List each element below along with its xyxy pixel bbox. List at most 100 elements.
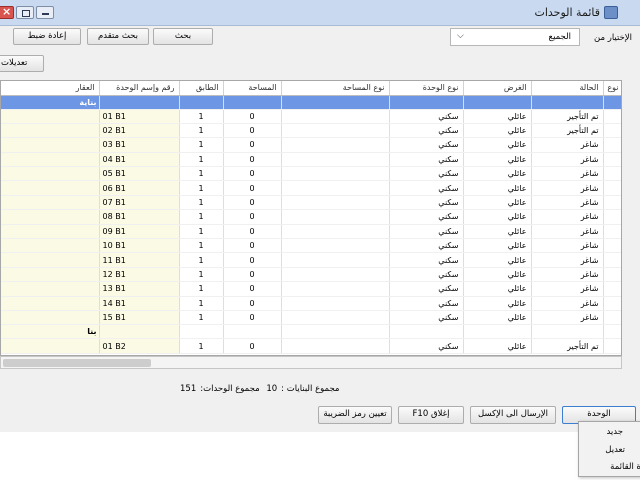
- extra-cell: [603, 224, 621, 240]
- table-row[interactable]: 09 B1 1 0 سكني عائلي شاغر: [1, 224, 621, 240]
- purpose-cell: عائلي: [463, 252, 532, 268]
- property-cell: [1, 137, 100, 153]
- table-row[interactable]: 08 B1 1 0 سكني عائلي شاغر: [1, 209, 621, 225]
- extra-cell: [603, 166, 621, 182]
- menu-item-edit[interactable]: تعديل: [605, 445, 625, 455]
- area-type-cell: [281, 281, 390, 297]
- area-type-cell: [281, 180, 390, 196]
- table-row[interactable]: 01 B1 1 0 سكني عائلي تم التأجير: [1, 109, 621, 124]
- table-row[interactable]: 14 B1 1 0 سكني عائلي شاغر: [1, 296, 621, 311]
- buildings-label: مجموع البنايات :: [281, 384, 340, 394]
- col-area[interactable]: المساحة: [223, 81, 282, 96]
- close-f10-button[interactable]: إغلاق F10: [398, 406, 464, 424]
- col-property[interactable]: العقار: [1, 81, 100, 96]
- purpose-cell: عائلي: [463, 224, 532, 240]
- table-row[interactable]: 11 B1 1 0 سكني عائلي شاغر: [1, 252, 621, 268]
- status-cell: شاغر: [531, 180, 604, 196]
- area-cell: 0: [223, 310, 282, 326]
- advanced-search-button[interactable]: بحث متقدم: [87, 28, 149, 45]
- col-unit-type[interactable]: نوع الوحدة: [389, 81, 464, 96]
- status-cell: شاغر: [531, 209, 604, 225]
- units-grid[interactable]: العقار رقم وإسم الوحدة الطابق المساحة نو…: [0, 80, 622, 356]
- property-cell: [1, 123, 100, 139]
- units-label: مجموع الوحدات:: [200, 384, 260, 394]
- extra-cell: [603, 252, 621, 268]
- edits-button[interactable]: تعديلات: [0, 55, 44, 72]
- tax-code-button[interactable]: تعيين رمز الضريبة: [318, 406, 392, 424]
- filter-select[interactable]: الجميع ⌵: [450, 28, 580, 46]
- scrollbar-thumb[interactable]: [3, 359, 151, 367]
- app-icon: [604, 6, 618, 19]
- area-cell: 0: [223, 296, 282, 311]
- unit-context-menu: جديد تعديل ة القائمة: [578, 421, 640, 477]
- unit-cell: 13 B1: [99, 281, 180, 297]
- floor-cell: 1: [179, 281, 224, 297]
- table-row[interactable]: 05 B1 1 0 سكني عائلي شاغر: [1, 166, 621, 182]
- maximize-window-button[interactable]: [16, 6, 34, 19]
- col-purpose[interactable]: الغرض: [463, 81, 532, 96]
- unit-type-cell: سكني: [389, 209, 464, 225]
- unit-type-cell: سكني: [389, 224, 464, 240]
- close-window-button[interactable]: [0, 5, 14, 19]
- purpose-cell: عائلي: [463, 296, 532, 311]
- status-cell: شاغر: [531, 296, 604, 311]
- status-cell: شاغر: [531, 166, 604, 182]
- status-cell: شاغر: [531, 137, 604, 153]
- filter-label: الإختيار من: [593, 33, 632, 43]
- status-cell: تم التأجير: [531, 338, 604, 354]
- col-extra[interactable]: نوع: [603, 81, 621, 96]
- property-cell: [1, 109, 100, 124]
- table-row[interactable]: 06 B1 1 0 سكني عائلي شاغر: [1, 180, 621, 196]
- area-type-cell: [281, 109, 390, 124]
- search-button[interactable]: بحث: [153, 28, 213, 45]
- col-unit[interactable]: رقم وإسم الوحدة: [99, 81, 180, 96]
- table-row[interactable]: 01 B2 1 0 سكني عائلي تم التأجير: [1, 338, 621, 354]
- unit-cell: 01 B2: [99, 338, 180, 354]
- reset-button[interactable]: إعادة ضبط: [13, 28, 81, 45]
- table-row[interactable]: 15 B1 1 0 سكني عائلي شاغر: [1, 310, 621, 326]
- unit-cell: 11 B1: [99, 252, 180, 268]
- group-row-selected[interactable]: بناية: [1, 95, 621, 110]
- minimize-window-button[interactable]: [36, 6, 54, 19]
- property-cell: [1, 195, 100, 211]
- unit-type-cell: سكني: [389, 195, 464, 211]
- area-type-cell: [281, 310, 390, 326]
- floor-cell: 1: [179, 152, 224, 168]
- table-row[interactable]: 02 B1 1 0 سكني عائلي تم التأجير: [1, 123, 621, 139]
- col-status[interactable]: الحالة: [531, 81, 604, 96]
- property-cell: [1, 166, 100, 182]
- area-cell: 0: [223, 166, 282, 182]
- menu-item-new[interactable]: جديد: [606, 427, 623, 437]
- unit-type-cell: سكني: [389, 281, 464, 297]
- menu-item-list[interactable]: ة القائمة: [610, 462, 640, 472]
- table-row[interactable]: 03 B1 1 0 سكني عائلي شاغر: [1, 137, 621, 153]
- unit-cell: 15 B1: [99, 310, 180, 326]
- status-cell: تم التأجير: [531, 123, 604, 139]
- area-cell: 0: [223, 209, 282, 225]
- unit-cell: 04 B1: [99, 152, 180, 168]
- export-excel-button[interactable]: الإرسال الى الإكسل: [470, 406, 556, 424]
- col-floor[interactable]: الطابق: [179, 81, 224, 96]
- purpose-cell: عائلي: [463, 267, 532, 283]
- status-cell: شاغر: [531, 152, 604, 168]
- group-row[interactable]: بنا: [1, 324, 621, 340]
- table-row[interactable]: 04 B1 1 0 سكني عائلي شاغر: [1, 152, 621, 168]
- title-bar: قائمة الوحدات: [0, 0, 640, 26]
- unit-type-cell: سكني: [389, 123, 464, 139]
- unit-type-cell: سكني: [389, 152, 464, 168]
- table-row[interactable]: 13 B1 1 0 سكني عائلي شاغر: [1, 281, 621, 297]
- area-cell: 0: [223, 152, 282, 168]
- property-cell: [1, 180, 100, 196]
- group-label: بنا: [1, 324, 100, 340]
- table-row[interactable]: 07 B1 1 0 سكني عائلي شاغر: [1, 195, 621, 211]
- area-cell: 0: [223, 224, 282, 240]
- table-row[interactable]: 12 B1 1 0 سكني عائلي شاغر: [1, 267, 621, 283]
- floor-cell: 1: [179, 224, 224, 240]
- col-area-type[interactable]: نوع المساحة: [281, 81, 390, 96]
- floor-cell: 1: [179, 195, 224, 211]
- table-row[interactable]: 10 B1 1 0 سكني عائلي شاغر: [1, 238, 621, 254]
- area-cell: 0: [223, 180, 282, 196]
- status-cell: شاغر: [531, 195, 604, 211]
- horizontal-scrollbar[interactable]: [0, 356, 622, 369]
- area-cell: 0: [223, 109, 282, 124]
